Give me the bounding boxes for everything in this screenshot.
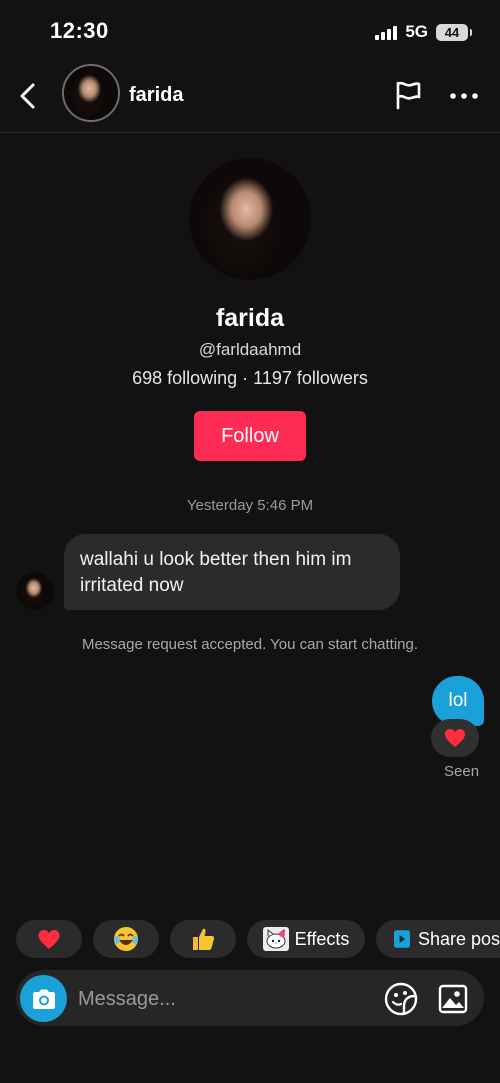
more-horizontal-icon[interactable] <box>448 86 480 106</box>
battery-icon: 44 <box>436 23 472 41</box>
share-post-label: Share pos <box>417 928 500 949</box>
quick-reply-share-post[interactable]: Share pos <box>376 920 500 958</box>
incoming-message-bubble[interactable]: wallahi u look better then him im irrita… <box>64 534 400 610</box>
quick-reply-effects[interactable]: Effects <box>247 920 365 958</box>
laughing-emoji-icon <box>114 927 138 951</box>
camera-icon <box>32 989 55 1009</box>
effects-label: Effects <box>294 928 350 949</box>
play-icon <box>394 930 410 948</box>
heart-icon <box>445 729 465 747</box>
header-avatar[interactable] <box>62 64 120 122</box>
system-message: Message request accepted. You can start … <box>81 636 419 653</box>
status-indicators: 5G 44 <box>375 22 472 42</box>
sticker-icon[interactable] <box>384 982 418 1016</box>
follow-button[interactable]: Follow <box>194 411 306 461</box>
heart-icon <box>38 929 60 949</box>
seen-status: Seen <box>444 763 480 780</box>
message-input[interactable] <box>78 982 368 1016</box>
sender-avatar[interactable] <box>16 572 54 610</box>
hello-kitty-icon <box>262 927 289 951</box>
quick-reply-thumbs-up[interactable] <box>170 920 236 958</box>
profile-handle: @farldaahmd <box>198 340 302 359</box>
chevron-left-icon[interactable] <box>16 82 42 110</box>
thumbs-up-icon <box>193 928 215 950</box>
signal-icon <box>375 24 398 40</box>
flag-icon[interactable] <box>393 80 423 110</box>
message-timestamp: Yesterday 5:46 PM <box>186 497 314 514</box>
camera-button[interactable] <box>20 975 67 1022</box>
header-username[interactable]: farida <box>129 84 183 107</box>
profile-stats: 698 following · 1197 followers <box>132 368 368 388</box>
avatar-image <box>16 572 54 610</box>
quick-reply-heart[interactable] <box>16 920 82 958</box>
avatar-image <box>189 158 311 280</box>
chat-header: farida <box>0 60 500 133</box>
status-time: 12:30 <box>50 18 109 43</box>
profile-avatar[interactable] <box>189 158 311 280</box>
profile-name: farida <box>215 304 285 332</box>
quick-reply-laughing[interactable] <box>93 920 159 958</box>
avatar-image <box>64 66 118 120</box>
image-icon[interactable] <box>437 983 469 1015</box>
network-type: 5G <box>405 22 428 41</box>
heart-reaction[interactable] <box>431 719 479 757</box>
